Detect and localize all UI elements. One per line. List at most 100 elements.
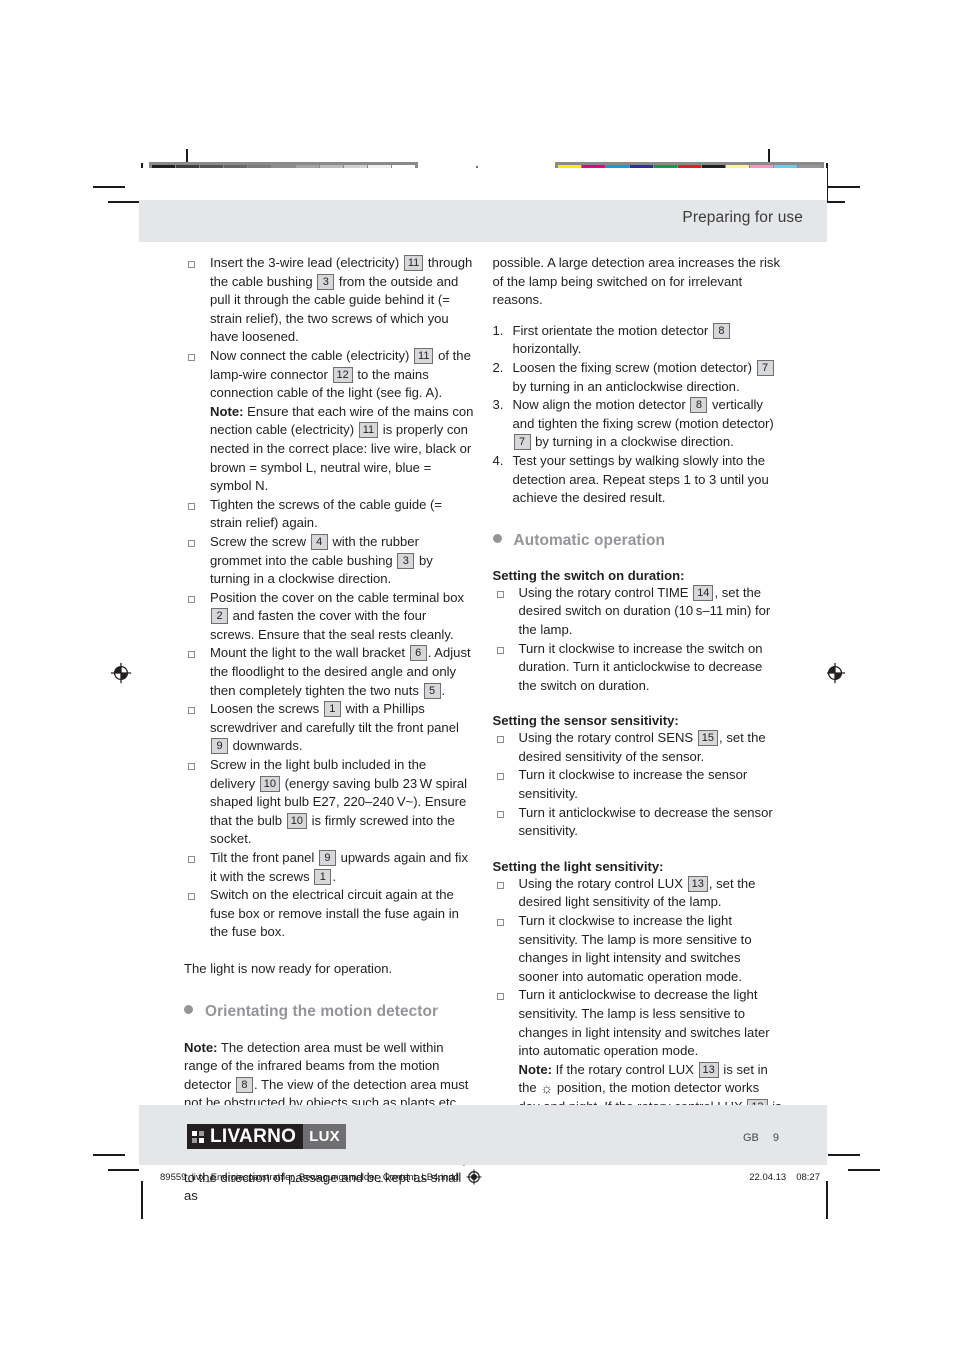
heading-automatic-operation: Automatic operation [492,531,783,550]
page-content: Preparing for use Insert the 3-wire lead… [139,168,827,1203]
registration-target-icon-left [110,662,132,684]
list-item: Screw the screw 4 with the rubber gromme… [184,533,474,589]
list-item: Turn it clockwise to increase the switch… [493,640,783,696]
bullet-dot-icon [492,533,502,543]
part-ref: 13 [687,875,708,892]
right-column: possible. A large detection area increas… [492,254,783,1206]
switch-on-duration-list: Using the rotary control TIME 14, set th… [493,584,783,696]
bullet-dot-icon [184,1004,193,1014]
crop-mark-bottom-left-v [141,1181,143,1219]
orientation-steps-list: First orientate the motion detector 8 ho… [493,322,783,508]
crop-mark-top-left-h [93,186,125,188]
logo-main-block: LIVARNO [187,1124,304,1149]
slug-time: 08:27 [796,1171,820,1183]
slugline: 89559_livx_Energiesparstrahler_Bewegungs… [160,1168,820,1186]
sensor-sensitivity-list: Using the rotary control SENS 15, set th… [493,729,783,841]
four-squares-icon [192,1130,204,1143]
part-ref: 8 [235,1076,253,1093]
logo-sub-block: LUX [303,1124,346,1149]
livarno-lux-logo: LIVARNO LUX [187,1124,346,1149]
part-ref: 6 [409,645,427,662]
list-item: Turn it clockwise to increase the sensor… [493,766,783,803]
part-ref: 3 [317,273,335,290]
list-item: Test your settings by walking slowly int… [493,452,769,506]
part-ref: 3 [397,552,415,569]
part-ref: 5 [423,682,441,699]
part-ref: 14 [693,584,714,601]
list-item: Tighten the screws of the cable guide (=… [184,496,474,533]
list-item: Position the cover on the cable terminal… [184,589,474,645]
note-label: Note: [184,1039,218,1055]
language-code: GB [742,1132,759,1144]
sun-icon: ☼ [540,1080,554,1097]
part-ref: 10 [286,812,307,829]
part-ref: 1 [323,701,341,718]
folio: GB 9 [743,1132,779,1144]
heading-label: Orientating the motion detector [205,1002,439,1020]
registration-target-icon-slug [466,1169,482,1185]
part-ref: 10 [259,775,281,792]
part-ref: 2 [211,608,228,625]
list-item: Turn it clockwise to increase the light … [493,912,783,986]
subheading-sensor-sensitivity: Setting the sensor sensitivity: [492,713,679,729]
list-item: Tilt the front panel 9 upwards again and… [184,849,474,886]
left-column: Insert the 3-wire lead (electricity) 11 … [184,254,474,1206]
page-number: 9 [772,1132,779,1144]
list-item: Loosen the screws 1 with a Phillips scre… [184,700,474,756]
list-item: Using the rotary control TIME 14, set th… [493,584,783,640]
continued-paragraph: possible. A large detection area increas… [492,255,781,308]
list-item: Using the rotary control LUX 13, set the… [493,875,783,912]
list-item: Turn it anticlockwise to decrease the se… [493,804,783,841]
part-ref: 9 [211,738,228,755]
part-ref: 12 [332,366,353,383]
list-item: Now align the motion detector 8 vertical… [493,396,774,451]
part-ref: 9 [318,850,336,866]
registration-target-icon-right [824,662,846,684]
list-item: Switch on the electrical circuit again a… [184,886,474,942]
part-ref: 8 [690,397,708,414]
assembly-steps-list: Insert the 3-wire lead (electricity) 11 … [184,254,474,942]
list-item: Loosen the fixing screw (motion detector… [493,359,783,396]
part-ref: 11 [414,347,434,364]
part-ref: 11 [358,422,379,439]
part-ref: 11 [403,255,424,271]
ready-paragraph: The light is now ready for operation. [184,960,393,976]
part-ref: 13 [698,1061,719,1078]
heading-orientating-motion-detector: Orientating the motion detector [184,1003,474,1021]
slug-timestamp: 22.04.13 08:27 [749,1172,820,1183]
slug-filename: 89559_livx_Energiesparstrahler_Bewegungs… [160,1171,459,1183]
list-item: Screw in the light bulb included in the … [184,756,474,849]
list-item: Using the rotary control SENS 15, set th… [493,729,783,766]
part-ref: 1 [314,868,332,885]
list-item: Mount the light to the wall bracket 6. A… [184,644,474,700]
part-ref: 7 [756,359,774,376]
logo-brand-text: LIVARNO [210,1126,297,1147]
part-ref: 4 [310,533,328,550]
crop-mark-top-left-h2 [108,201,140,203]
subheading-switch-on-duration: Setting the switch on duration: [492,567,685,583]
list-item: Insert the 3-wire lead (electricity) 11 … [184,254,474,347]
crop-mark-bottom-left-h [93,1154,125,1156]
note-label: Note: [518,1061,552,1077]
crop-mark-top-right-h [828,186,860,188]
crop-mark-bottom-right-h [828,1154,860,1156]
crop-mark-bottom-right-v [826,1181,828,1219]
part-ref: 15 [697,730,719,747]
crop-mark-bottom-right-h2 [848,1169,880,1171]
light-sensitivity-item-3-text: Turn it anticlockwise to decrease the li… [518,987,770,1059]
list-item: First orientate the motion detector 8 ho… [493,322,783,359]
part-ref: 7 [513,434,531,451]
heading-label: Automatic operation [513,531,666,549]
part-ref: 8 [712,322,730,339]
crop-mark-bottom-left-h2 [108,1169,140,1171]
page-title: Preparing for use [682,209,803,226]
note-text-a: If the rotary control LUX [551,1061,698,1077]
slug-date: 22.04.13 [749,1171,787,1183]
note-label: Note: [210,403,244,419]
two-column-layout: Insert the 3-wire lead (electricity) 11 … [184,254,782,1206]
subheading-light-sensitivity: Setting the light sensitivity: [492,858,664,874]
list-item: Now connect the cable (electricity) 11 o… [184,347,474,496]
